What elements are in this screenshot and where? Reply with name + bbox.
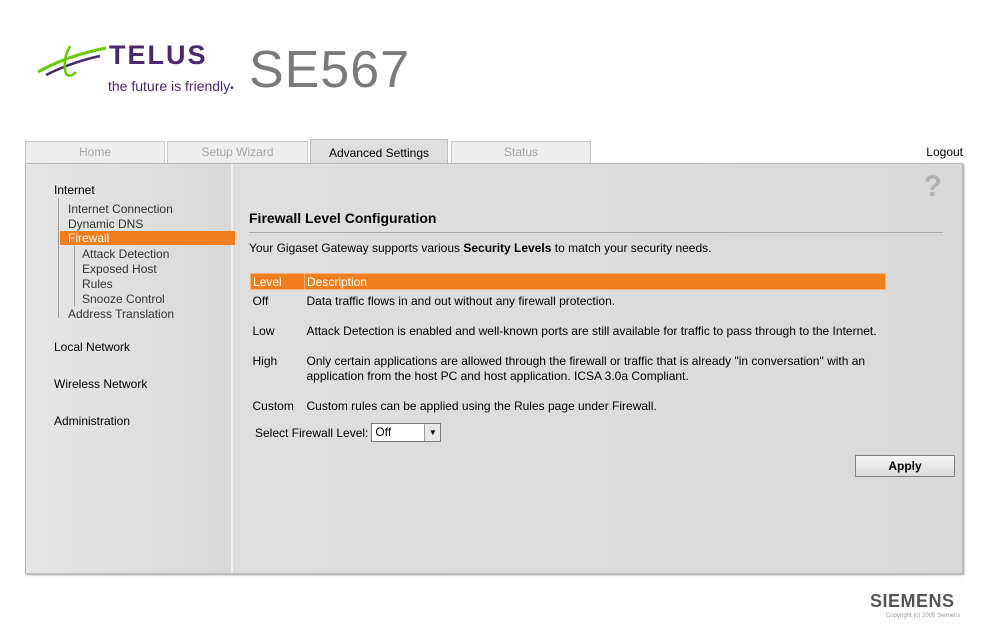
table-row: High Only certain applications are allow… [251, 349, 886, 394]
level-cell: Custom [252, 399, 294, 413]
intro-bold: Security Levels [463, 241, 552, 255]
description-cell: Only certain applications are allowed th… [306, 354, 866, 383]
table-row: Custom Custom rules can be applied using… [251, 394, 886, 424]
tab-home[interactable]: Home [25, 141, 165, 163]
intro-suffix: to match your security needs. [551, 241, 712, 255]
brand-name: TELUS [109, 40, 208, 70]
select-firewall-level-label: Select Firewall Level: [255, 425, 369, 440]
telus-logo: TELUS the future is friendly• [36, 40, 236, 100]
sidebar-item-snooze-control[interactable]: Snooze Control [82, 292, 165, 306]
main-panel: Internet Internet Connection Dynamic DNS… [25, 163, 963, 574]
title-divider [249, 232, 943, 233]
chevron-down-icon[interactable]: ▼ [424, 424, 441, 441]
copyright-text: Copyright (c) 2005 Siemens [886, 613, 961, 619]
siemens-logo: SIEMENS [870, 591, 955, 611]
nav-tree-line [58, 198, 68, 318]
sidebar-item-attack-detection[interactable]: Attack Detection [82, 247, 169, 261]
sidebar: Internet Internet Connection Dynamic DNS… [26, 164, 240, 573]
firewall-level-select[interactable]: Off ▼ [371, 423, 442, 442]
sidebar-item-firewall[interactable]: Firewall [60, 231, 240, 245]
content-area: ? Firewall Level Configuration Your Giga… [235, 164, 962, 573]
tab-advanced-settings[interactable]: Advanced Settings [310, 139, 448, 164]
table-row: Off Data traffic flows in and out withou… [251, 290, 886, 320]
sidebar-item-dynamic-dns[interactable]: Dynamic DNS [68, 217, 143, 231]
sidebar-item-internet-connection[interactable]: Internet Connection [68, 202, 173, 216]
sidebar-item-exposed-host[interactable]: Exposed Host [82, 262, 157, 276]
sidebar-item-address-translation[interactable]: Address Translation [68, 307, 174, 321]
sidebar-item-rules[interactable]: Rules [82, 277, 113, 291]
question-mark-icon[interactable]: ? [924, 170, 942, 204]
logout-link[interactable]: Logout [926, 145, 963, 159]
security-level-table: Level Description Off Data traffic flows… [250, 273, 886, 424]
column-header-level: Level [250, 273, 305, 290]
sidebar-section-wireless-network[interactable]: Wireless Network [54, 377, 147, 391]
description-cell: Custom rules can be applied using the Ru… [306, 399, 657, 413]
sidebar-section-administration[interactable]: Administration [54, 414, 130, 428]
intro-text: Your Gigaset Gateway supports various Se… [249, 241, 711, 255]
intro-prefix: Your Gigaset Gateway supports various [249, 241, 464, 255]
select-value: Off [375, 425, 392, 439]
description-cell: Data traffic flows in and out without an… [306, 294, 616, 308]
table-header-row: Level Description [250, 273, 886, 290]
tagline-text: the future is friendly [108, 78, 231, 94]
level-cell: High [252, 354, 278, 368]
column-header-description: Description [304, 273, 886, 290]
nav-subtree-line [74, 246, 75, 306]
apply-button[interactable]: Apply [855, 455, 955, 477]
telus-leaf-icon [37, 45, 107, 77]
brand-tagline: the future is friendly• [108, 78, 234, 94]
page-title: Firewall Level Configuration [249, 210, 437, 226]
level-cell: Off [252, 294, 269, 308]
tagline-mark: • [230, 83, 234, 94]
table-row: Low Attack Detection is enabled and well… [251, 319, 886, 349]
firewall-level-select-row: Select Firewall Level: Off ▼ [255, 423, 442, 442]
model-name: SE567 [249, 41, 411, 99]
description-cell: Attack Detection is enabled and well-kno… [306, 324, 877, 338]
level-cell: Low [252, 324, 275, 338]
sidebar-section-local-network[interactable]: Local Network [54, 340, 130, 354]
sidebar-section-internet[interactable]: Internet [54, 183, 95, 197]
tab-status[interactable]: Status [451, 141, 591, 163]
tab-setup-wizard[interactable]: Setup Wizard [167, 141, 308, 163]
